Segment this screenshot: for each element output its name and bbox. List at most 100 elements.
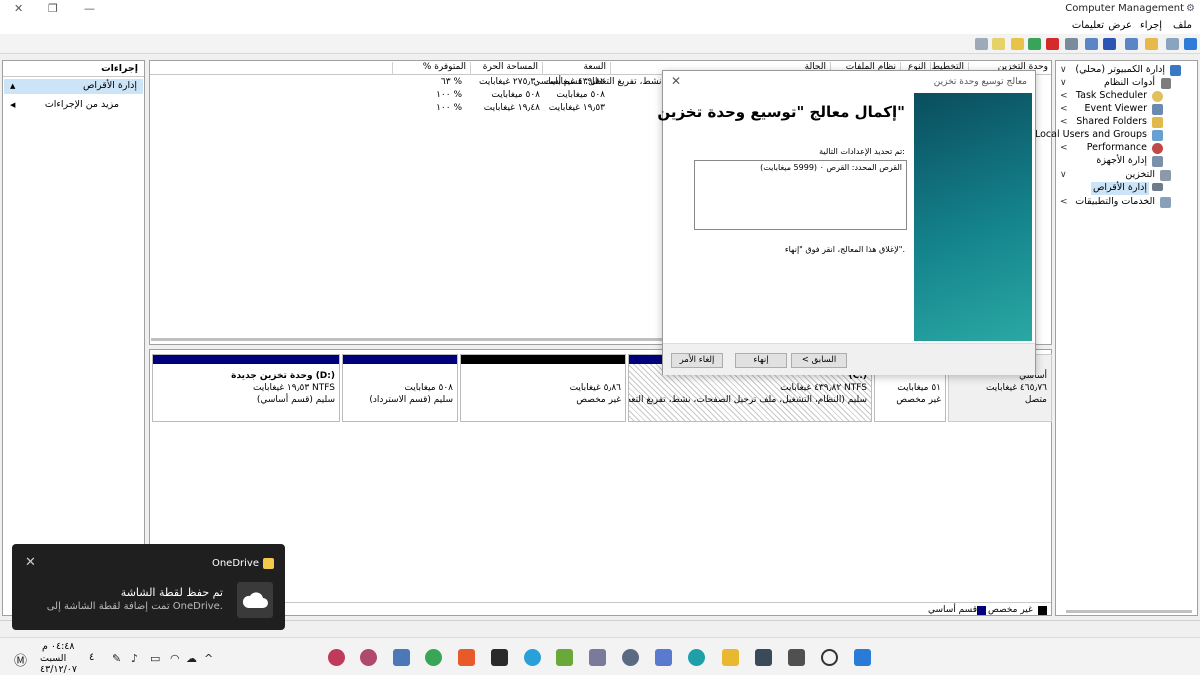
col-capacity[interactable]: السعة (542, 62, 610, 75)
tree-item-system-tools[interactable]: أدوات النظام (1102, 77, 1157, 90)
tree-item-shared-folders[interactable]: Shared Folders (1074, 116, 1149, 129)
chevron-left-icon[interactable]: < (1060, 91, 1068, 101)
edge-icon[interactable] (688, 649, 705, 666)
clock-date[interactable]: ٤٣/١٢/٠٧ (40, 664, 77, 675)
bluestacks-icon[interactable] (556, 649, 573, 666)
notification-center-icon[interactable]: Ⓜ (14, 650, 27, 669)
services-icon (1160, 197, 1171, 208)
wizard-settings-box[interactable]: القرص المحدد: القرص ٠ (5999 ميغابايت) (694, 160, 907, 230)
collapse-triangle-icon[interactable]: ▲ (10, 82, 15, 90)
tools-icon (1161, 78, 1171, 89)
tree-item-storage[interactable]: التخزين (1123, 169, 1157, 182)
close-icon[interactable]: ✕ (25, 555, 36, 570)
action-disk-management-label: إدارة الأقراص (82, 80, 137, 91)
tree-item-device-manager[interactable]: إدارة الأجهزة (1094, 155, 1149, 168)
chevron-left-icon[interactable]: < (1060, 104, 1068, 114)
chevron-left-icon[interactable]: < (1060, 197, 1068, 207)
menu-action[interactable]: إجراء (1140, 20, 1162, 31)
cancel-button[interactable]: إلغاء الأمر (671, 353, 723, 368)
menu-view[interactable]: عرض (1108, 20, 1132, 31)
dev-icon[interactable] (491, 649, 508, 666)
action-disk-management[interactable]: ▲ إدارة الأقراص (4, 79, 143, 94)
tree-item-computer-management[interactable]: إدارة الكمبيوتر (محلي) (1073, 64, 1167, 77)
cloud-icon (237, 582, 273, 618)
app-icon-1[interactable] (328, 649, 345, 666)
back-button[interactable]: < السابق (791, 353, 847, 368)
chevron-left-icon[interactable]: < (1060, 117, 1068, 127)
rescan-icon[interactable] (1065, 38, 1078, 50)
restore-window-icon[interactable]: ❐ (48, 2, 58, 15)
app-icon-4[interactable] (589, 649, 606, 666)
partition-unallocated-large[interactable]: ٥٫٨٦ غيغابايت غير مخصص (460, 354, 626, 422)
wizard-side-banner (914, 93, 1032, 341)
close-window-icon[interactable]: ✕ (14, 2, 23, 15)
tray-language-indicator[interactable]: ٤ (89, 652, 94, 663)
menu-help[interactable]: تعليمات (1072, 20, 1104, 31)
open-icon[interactable] (992, 38, 1005, 50)
app-icon-2[interactable] (360, 649, 377, 666)
legend-unallocated-swatch (1038, 606, 1047, 615)
unallocated-large-size: ٥٫٨٦ غيغابايت (569, 383, 621, 393)
wifi-icon[interactable]: ◠ (170, 652, 180, 665)
tree-item-event-viewer[interactable]: Event Viewer (1082, 103, 1149, 116)
action-more-actions[interactable]: ◀ مزيد من الإجراءات (4, 98, 143, 113)
col-free[interactable]: المساحة الحرة (470, 62, 542, 75)
tree-item-local-users-groups[interactable]: Local Users and Groups (1033, 129, 1149, 142)
partition-recovery[interactable]: ٥٠٨ ميغابايت سليم (قسم الاسترداد) (342, 354, 458, 422)
help-icon[interactable] (1103, 38, 1116, 50)
tree-item-task-scheduler[interactable]: Task Scheduler (1074, 90, 1149, 103)
chevron-up-icon[interactable]: ^ (204, 652, 213, 665)
onedrive-notification[interactable]: ✕ OneDrive تم حفظ لقطة الشاشة تمت إضافة … (12, 544, 285, 630)
pen-icon[interactable]: ✎ (112, 652, 121, 665)
forward-arrow-icon[interactable] (1166, 38, 1179, 50)
battery-icon[interactable]: ▭ (150, 652, 160, 665)
col-pct-free[interactable]: % المتوفرة (392, 62, 470, 75)
partition-d-name: وحدة تخزين جديدة (D:) (231, 371, 335, 381)
toast-body: تمت إضافة لقطة الشاشة إلى OneDrive. (46, 601, 223, 612)
app-icon-3[interactable] (393, 649, 410, 666)
start-icon[interactable] (854, 649, 871, 666)
chevron-down-icon[interactable]: ∨ (1060, 65, 1067, 75)
back-arrow-icon[interactable] (1184, 38, 1197, 50)
close-icon[interactable]: ✕ (671, 74, 681, 88)
clock-time[interactable]: ٠٤:٤٨ م (42, 641, 75, 652)
tree-item-services-apps[interactable]: الخدمات والتطبيقات (1073, 196, 1157, 209)
onedrive-tray-icon[interactable]: ☁ (186, 652, 197, 665)
chrome-icon[interactable] (425, 649, 442, 666)
minimize-window-icon[interactable]: — (84, 2, 95, 15)
menu-file[interactable]: ملف (1173, 20, 1192, 31)
chevron-down-icon[interactable]: ∨ (1060, 170, 1067, 180)
computer-icon (1170, 65, 1181, 76)
folder-icon[interactable] (1011, 38, 1024, 50)
file-explorer-icon[interactable] (722, 649, 739, 666)
partition-recovery-size: ٥٠٨ ميغابايت (404, 383, 453, 393)
delete-icon[interactable] (1046, 38, 1059, 50)
list-view-icon[interactable] (975, 38, 988, 50)
up-folder-icon[interactable] (1145, 38, 1158, 50)
task-view-icon[interactable] (788, 649, 805, 666)
show-hide-tree-icon[interactable] (1125, 38, 1138, 50)
check-icon[interactable] (1028, 38, 1041, 50)
clock-day[interactable]: السبت (40, 653, 66, 664)
app-icon-5[interactable] (755, 649, 772, 666)
scroll-thumb[interactable] (151, 338, 666, 341)
title-bar: ✕ ❐ — Computer Management ⚙ (0, 0, 1200, 18)
partition-c-size: ٤٣٩٫٨٢ غيغابايت NTFS (780, 383, 867, 393)
onedrive-app-icon (263, 558, 274, 569)
brave-icon[interactable] (458, 649, 475, 666)
telegram-icon[interactable] (524, 649, 541, 666)
tree-item-performance[interactable]: Performance (1085, 142, 1149, 155)
finish-button[interactable]: إنهاء (735, 353, 787, 368)
partition-d[interactable]: وحدة تخزين جديدة (D:) ١٩٫٥٣ غيغابايت NTF… (152, 354, 340, 422)
search-icon[interactable] (821, 649, 838, 666)
properties-icon[interactable] (1085, 38, 1098, 50)
chevron-left-icon[interactable]: < (1060, 143, 1068, 153)
volume-icon[interactable]: ♪ (131, 652, 138, 665)
tree-item-disk-management[interactable]: إدارة الأقراص (1090, 182, 1149, 195)
tree-hscrollbar[interactable] (1066, 610, 1192, 613)
unallocated-small-status: غير مخصص (896, 395, 941, 405)
store-icon[interactable] (655, 649, 672, 666)
chevron-down-icon[interactable]: ∨ (1060, 78, 1067, 88)
settings-icon[interactable] (622, 649, 639, 666)
menu-bar: ملف إجراء عرض تعليمات (0, 18, 1200, 34)
